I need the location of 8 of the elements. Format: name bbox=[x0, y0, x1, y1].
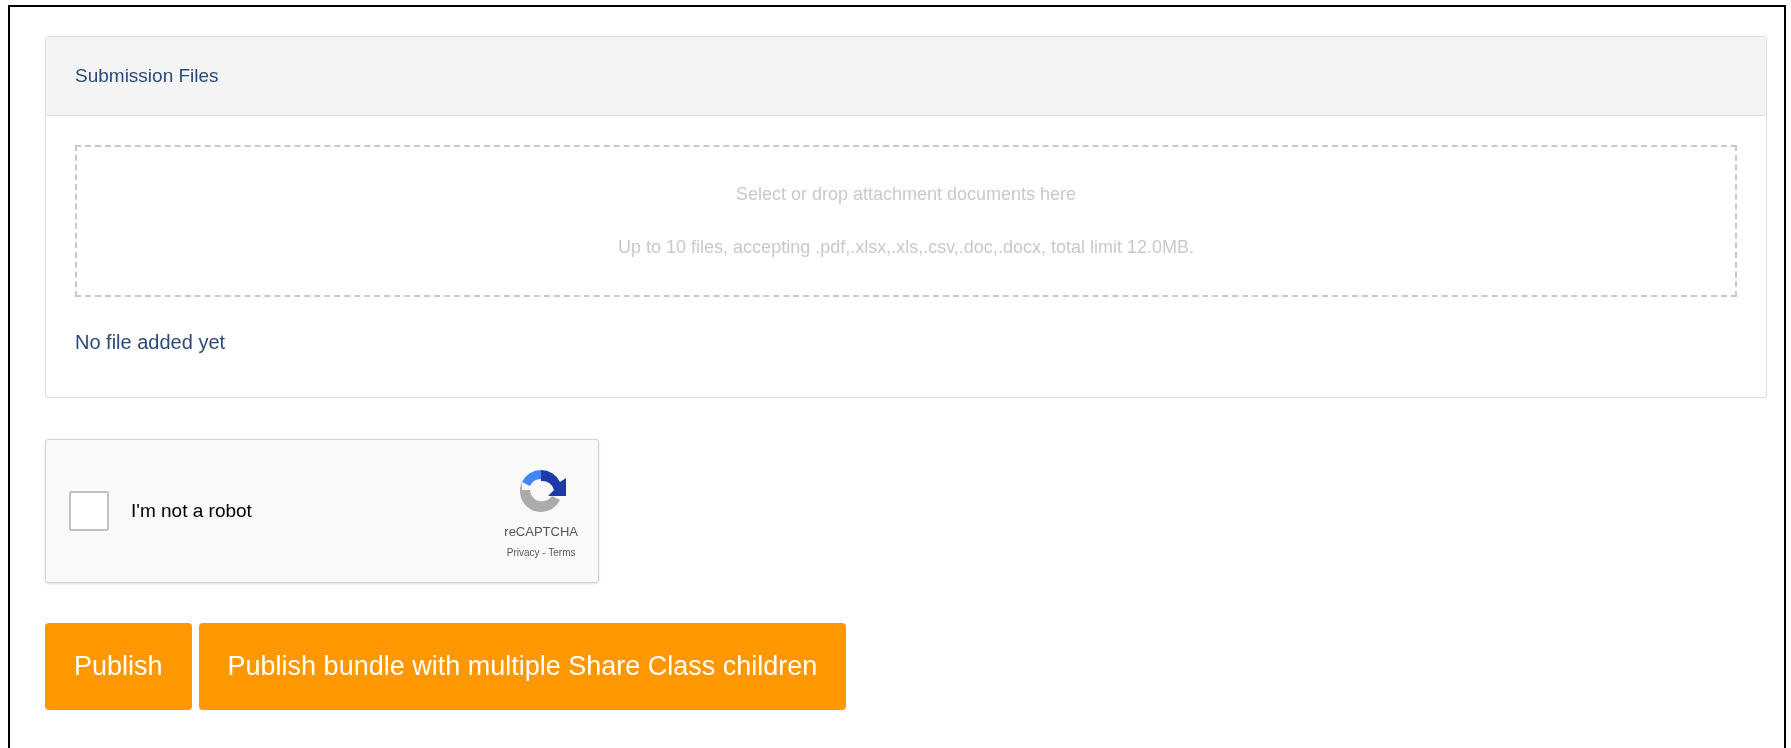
privacy-terms-links[interactable]: Privacy - Terms bbox=[506, 545, 576, 561]
publish-button[interactable]: Publish bbox=[45, 623, 192, 710]
captcha-label: I'm not a robot bbox=[131, 498, 252, 523]
panel-title: Submission Files bbox=[75, 63, 219, 88]
recaptcha-brand: reCAPTCHA bbox=[504, 522, 578, 541]
captcha-checkbox[interactable] bbox=[69, 491, 109, 531]
publish-button[interactable]: Publish bundle with multiple Share Class children bbox=[198, 623, 847, 710]
file-status: No file added yet bbox=[75, 331, 226, 353]
